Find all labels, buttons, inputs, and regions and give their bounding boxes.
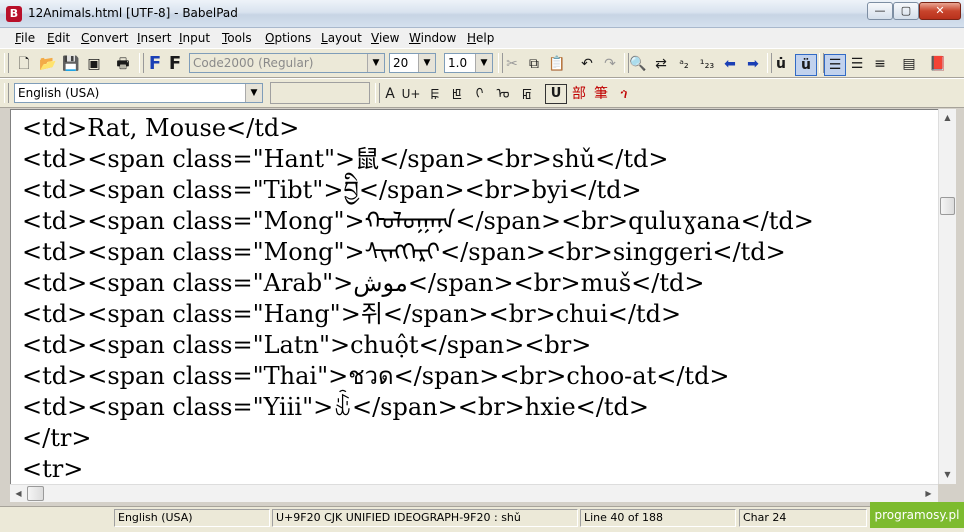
chevron-down-icon[interactable]: ▼ [418,54,435,72]
sort-az-icon[interactable]: ᵃ₂ [674,54,694,74]
menu-help[interactable]: Help [467,31,494,45]
font-plain-f-button[interactable]: F [165,54,185,74]
editor-line: <td><span class="Latn">chuột</span><br> [22,331,592,359]
scroll-corner [938,484,964,501]
help-book-icon[interactable]: 📕 [928,54,948,74]
menu-bar: File Edit Convert Insert Input Tools Opt… [0,28,964,48]
radical-icon[interactable]: 部 [569,84,589,104]
menu-options[interactable]: Options [265,31,311,45]
menu-insert[interactable]: Insert [137,31,171,45]
text-editor[interactable]: <td>Rat, Mouse</td> <td><span class="Han… [10,109,938,484]
status-line: Line 40 of 188 [580,509,736,527]
editor-line: <td>Rat, Mouse</td> [22,114,300,142]
toolbar-grip[interactable] [4,83,9,103]
find-replace-icon[interactable]: ⇄ [651,54,671,74]
title-bar: B 12Animals.html [UTF-8] - BabelPad — ▢ … [0,0,964,28]
language-select[interactable]: English (USA) ▼ [14,83,263,103]
editor-line: <td><span class="Mong">ᠬᠤᠯᠤᠭᠠᠨᠠ</span><b… [22,207,814,235]
editor-line: <td><span class="Tibt">བྱི</span><br>byi… [22,176,642,204]
ime-script-5-icon[interactable]: ꡂ [517,84,537,104]
scroll-up-icon[interactable]: ▲ [940,110,955,125]
copy-icon[interactable]: ⧉ [524,54,544,74]
menu-window[interactable]: Window [409,31,456,45]
minimize-button[interactable]: — [867,2,893,20]
open-folder-icon[interactable]: 📂 [38,54,58,74]
menu-tools[interactable]: Tools [222,31,252,45]
toolbar-empty-field [270,82,370,104]
toolbar-grip[interactable] [4,53,9,73]
new-file-icon[interactable]: 🗋 [14,54,34,74]
editor-line: <td><span class="Yiii">ꉝ</span><br>hxie<… [22,393,649,421]
vertical-scrollbar[interactable]: ▲ ▼ [938,109,956,484]
babelpad-icon[interactable]: B [6,6,22,22]
menu-layout[interactable]: Layout [321,31,362,45]
undo-icon[interactable]: ↶ [577,54,597,74]
menu-edit[interactable]: Edit [47,31,70,45]
arrow-right-icon[interactable]: ➡ [743,54,763,74]
status-language: English (USA) [114,509,270,527]
horizontal-scrollbar[interactable]: ◀ ▶ [10,484,938,502]
chevron-down-icon[interactable]: ▼ [475,54,492,72]
scroll-left-icon[interactable]: ◀ [11,486,26,501]
scroll-right-icon[interactable]: ▶ [921,486,936,501]
editor-line: <td><span class="Mong">ᠰᠢᠩᠭᠡᠷᠢ</span><br… [22,238,786,266]
editor-line: <td><span class="Hang">쥐</span><br>chui<… [22,300,682,328]
window-title: 12Animals.html [UTF-8] - BabelPad [28,6,238,20]
redo-icon[interactable]: ↷ [600,54,620,74]
ime-script-4-icon[interactable]: ᠣ [493,84,513,104]
number-lines-icon[interactable]: ¹₂₃ [697,54,717,74]
ime-script-2-icon[interactable]: ꡁ [447,84,467,104]
toolbar-grip [139,53,144,73]
menu-convert[interactable]: Convert [81,31,128,45]
precomposed-u-icon[interactable]: ü [795,54,817,76]
status-char-info: U+9F20 CJK UNIFIED IDEOGRAPH-9F20 : shǔ [272,509,578,527]
ime-a-icon[interactable]: A [380,84,400,104]
chevron-down-icon[interactable]: ▼ [367,54,384,72]
unicode-u-icon[interactable]: U [545,84,567,104]
editor-line: </tr> [22,424,92,452]
maximize-button[interactable]: ▢ [893,2,919,20]
font-size-select[interactable]: 20 ▼ [389,53,436,73]
align-right-icon[interactable]: ☰ [847,54,867,74]
combining-u-icon[interactable]: u̇ [771,54,791,74]
status-bar: English (USA) U+9F20 CJK UNIFIED IDEOGRA… [0,506,964,532]
justify-icon[interactable]: ≡ [870,54,890,74]
stroke-count-icon[interactable]: ጎ [614,84,634,104]
close-button[interactable]: ✕ [919,2,961,20]
horizontal-scroll-thumb[interactable] [27,486,44,501]
stroke-icon[interactable]: 筆 [591,84,611,104]
editor-line: <tr> [22,455,84,483]
align-left-icon[interactable]: ☰ [824,54,846,76]
save-icon[interactable]: 💾 [61,54,81,74]
paste-icon[interactable]: 📋 [547,54,567,74]
chevron-down-icon[interactable]: ▼ [245,84,262,102]
vertical-scroll-thumb[interactable] [940,197,955,215]
save-all-icon[interactable]: ▣ [84,54,104,74]
editor-line: <td><span class="Hant">鼠</span><br>shǔ</… [22,145,669,173]
arrow-left-icon[interactable]: ⬅ [720,54,740,74]
cut-icon[interactable]: ✂ [502,54,522,74]
menu-input[interactable]: Input [179,31,210,45]
main-toolbar: 🗋 📂 💾 ▣ 🖶 F F Code2000 (Regular) ▼ 20 ▼ 1.… [0,48,964,78]
menu-view[interactable]: View [371,31,399,45]
print-icon[interactable]: 🖶 [113,54,133,74]
unicode-input-icon[interactable]: U+ [401,84,421,104]
ime-script-1-icon[interactable]: ꡀ [425,84,445,104]
ime-script-3-icon[interactable]: ᢉ [469,84,489,104]
menu-file[interactable]: File [15,31,35,45]
font-bold-f-button[interactable]: F [145,54,165,74]
watermark-badge: programosy.pl [870,502,964,528]
status-char: Char 24 [739,509,867,527]
find-icon[interactable]: 🔍 [628,54,648,74]
editor-line: <td><span class="Thai">ชวด</span><br>cho… [22,362,730,390]
secondary-toolbar: English (USA) ▼ A U+ ꡀ ꡁ ᢉ ᠣ ꡂ U 部 筆 ጎ [0,78,964,108]
line-spacing-select[interactable]: 1.0 ▼ [444,53,493,73]
scroll-down-icon[interactable]: ▼ [940,467,955,482]
editor-line: <td><span class="Arab">موش</span><br>muš… [22,269,705,297]
character-map-icon[interactable]: ▤ [899,54,919,74]
font-name-select[interactable]: Code2000 (Regular) ▼ [189,53,385,73]
